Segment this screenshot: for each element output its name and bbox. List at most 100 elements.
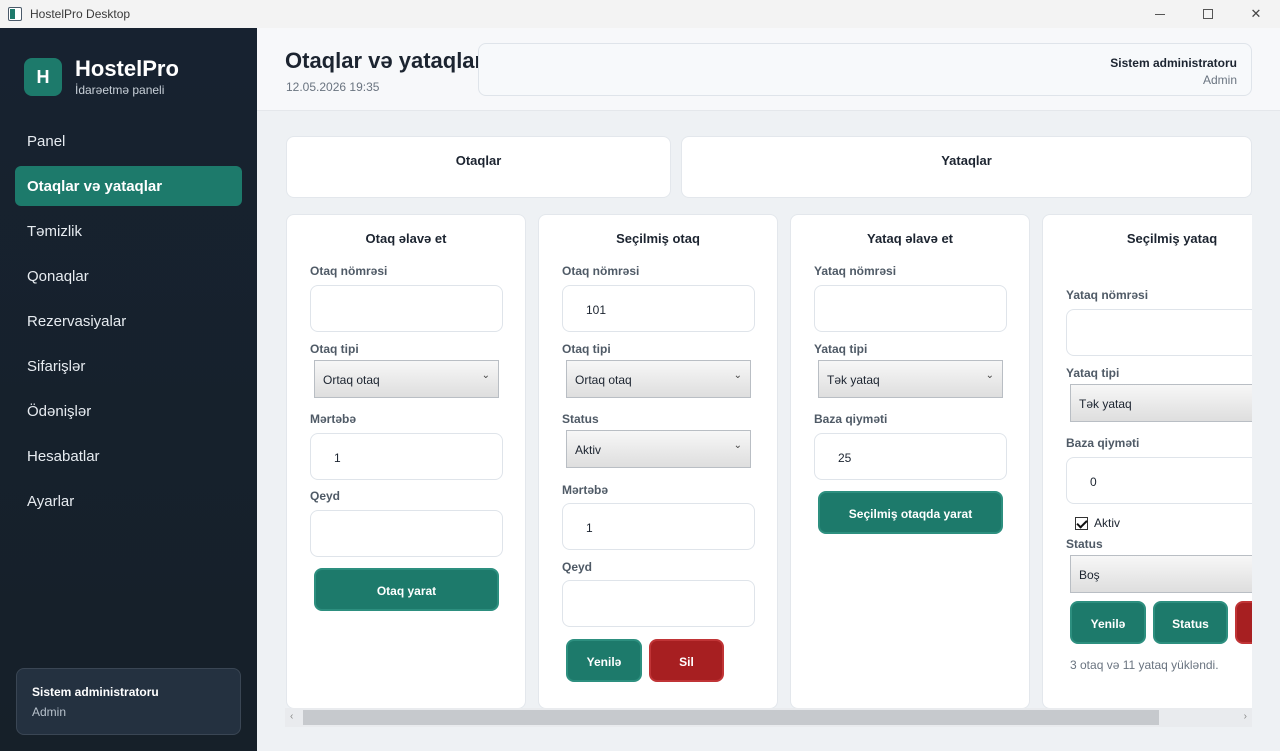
bed-number-label: Yataq nömrəsi <box>814 264 897 278</box>
active-checkbox-row[interactable]: Aktiv <box>1075 516 1120 530</box>
brand-logo: H <box>24 58 62 96</box>
cards-scroll-area: Otaq əlavə et Otaq nömrəsi Otaq tipi Ort… <box>285 214 1252 724</box>
selected-bed-type-select[interactable]: Tək yataq <box>1070 384 1252 422</box>
add-bed-card: Yataq əlavə et Yataq nömrəsi Yataq tipi … <box>790 214 1030 709</box>
selected-bed-card: Seçilmiş yataq Yataq nömrəsi Yataq tipi … <box>1042 214 1252 709</box>
maximize-button[interactable] <box>1184 0 1232 28</box>
close-icon: ✕ <box>1250 6 1262 21</box>
header-user-role: Admin <box>1202 73 1237 87</box>
selected-room-number-input[interactable]: 101 <box>562 285 755 332</box>
sidebar-user-name: Sistem administratoru <box>32 685 159 699</box>
add-room-title: Otaq əlavə et <box>365 231 447 246</box>
window-title: HostelPro Desktop <box>30 7 131 21</box>
room-status-select[interactable]: Aktiv ⌄ <box>566 430 751 468</box>
room-type-label: Otaq tipi <box>310 342 359 356</box>
selected-bed-number-label: Yataq nömrəsi <box>1066 288 1149 302</box>
sidebar-item-orders[interactable]: Sifarişlər <box>15 346 242 386</box>
create-room-button[interactable]: Otaq yarat <box>314 568 499 611</box>
selected-room-type-label: Otaq tipi <box>562 342 611 356</box>
selected-room-number-label: Otaq nömrəsi <box>562 264 640 278</box>
scroll-right-icon[interactable]: › <box>1244 711 1247 722</box>
horizontal-scrollbar[interactable]: ‹ › <box>285 708 1252 727</box>
minimize-button[interactable] <box>1136 0 1184 28</box>
active-checkbox-label: Aktiv <box>1094 516 1121 530</box>
selected-room-type-value: Ortaq otaq <box>575 373 632 387</box>
tab-rooms[interactable]: Otaqlar <box>286 136 671 198</box>
note-label: Qeyd <box>310 489 341 503</box>
sidebar-item-guests[interactable]: Qonaqlar <box>15 256 242 296</box>
chevron-down-icon: ⌄ <box>733 370 742 381</box>
app-icon <box>8 7 22 21</box>
selected-room-type-select[interactable]: Ortaq otaq ⌄ <box>566 360 751 398</box>
update-bed-button[interactable]: Yenilə <box>1070 601 1146 644</box>
sidebar-item-panel[interactable]: Panel <box>15 121 242 161</box>
selected-bed-title: Seçilmiş yataq <box>1126 231 1218 246</box>
bed-type-value: Tək yataq <box>827 373 880 387</box>
selected-floor-label: Mərtəbə <box>562 483 609 497</box>
selected-note-input[interactable] <box>562 580 755 627</box>
selected-floor-input[interactable]: 1 <box>562 503 755 550</box>
sidebar-item-rooms-beds[interactable]: Otaqlar və yataqlar <box>15 166 242 206</box>
sidebar-user-role: Admin <box>32 705 67 719</box>
brand-name: HostelPro <box>75 56 179 81</box>
bed-status-select[interactable]: Boş <box>1070 555 1252 593</box>
scrollbar-thumb[interactable] <box>303 710 1159 725</box>
room-status-value: Aktiv <box>575 443 602 457</box>
sidebar: H HostelPro İdarəetmə paneli Panel Otaql… <box>0 28 257 751</box>
base-price-input[interactable]: 25 <box>814 433 1007 480</box>
base-price-label: Baza qiyməti <box>814 412 888 426</box>
sidebar-item-settings[interactable]: Ayarlar <box>15 481 242 521</box>
note-input[interactable] <box>310 510 503 557</box>
brand: H HostelPro İdarəetmə paneli <box>24 56 179 98</box>
selected-bed-number-input[interactable] <box>1066 309 1252 356</box>
scroll-left-icon[interactable]: ‹ <box>290 711 293 722</box>
room-number-input[interactable] <box>310 285 503 332</box>
sidebar-item-reservations[interactable]: Rezervasiyalar <box>15 301 242 341</box>
sidebar-item-reports[interactable]: Hesabatlar <box>15 436 242 476</box>
page-title: Otaqlar və yataqlar <box>285 48 484 73</box>
room-number-label: Otaq nömrəsi <box>310 264 388 278</box>
page-header: Otaqlar və yataqlar 12.05.2026 19:35 Sis… <box>257 28 1280 111</box>
brand-subtitle: İdarəetmə paneli <box>75 83 165 97</box>
bed-type-label: Yataq tipi <box>814 342 868 356</box>
sidebar-item-cleaning[interactable]: Təmizlik <box>15 211 242 251</box>
floor-input[interactable]: 1 <box>310 433 503 480</box>
add-room-card: Otaq əlavə et Otaq nömrəsi Otaq tipi Ort… <box>286 214 526 709</box>
bed-status-button[interactable]: Status <box>1153 601 1228 644</box>
chevron-down-icon: ⌄ <box>481 370 490 381</box>
bed-type-select[interactable]: Tək yataq ⌄ <box>818 360 1003 398</box>
active-checkbox[interactable] <box>1075 516 1088 530</box>
selected-bed-type-value: Tək yataq <box>1079 397 1132 411</box>
close-button[interactable]: ✕ <box>1232 0 1280 28</box>
load-status-text: 3 otaq və 11 yataq yükləndi. <box>1070 658 1219 672</box>
update-room-button[interactable]: Yenilə <box>566 639 642 682</box>
main-content: Otaqlar Yataqlar Otaq əlavə et Otaq nömr… <box>257 111 1280 751</box>
chevron-down-icon: ⌄ <box>733 440 742 451</box>
delete-room-button[interactable]: Sil <box>649 639 724 682</box>
sidebar-user-card: Sistem administratoru Admin <box>16 668 241 735</box>
selected-base-price-label: Baza qiyməti <box>1066 436 1140 450</box>
add-bed-title: Yataq əlavə et <box>867 231 953 246</box>
selected-note-label: Qeyd <box>562 560 593 574</box>
selected-room-card: Seçilmiş otaq Otaq nömrəsi 101 Otaq tipi… <box>538 214 778 709</box>
window-controls: ✕ <box>1136 0 1280 28</box>
window-title-bar: HostelPro Desktop ✕ <box>0 0 1280 28</box>
bed-status-value: Boş <box>1079 568 1100 582</box>
minimize-icon <box>1155 13 1165 15</box>
floor-label: Mərtəbə <box>310 412 357 426</box>
tab-beds[interactable]: Yataqlar <box>681 136 1252 198</box>
bed-number-input[interactable] <box>814 285 1007 332</box>
sidebar-item-payments[interactable]: Ödənişlər <box>15 391 242 431</box>
selected-base-price-input[interactable]: 0 <box>1066 457 1252 504</box>
room-type-value: Ortaq otaq <box>323 373 380 387</box>
bed-status-label: Status <box>1066 537 1103 551</box>
delete-bed-button[interactable] <box>1235 601 1252 644</box>
room-status-label: Status <box>562 412 599 426</box>
selected-bed-type-label: Yataq tipi <box>1066 366 1120 380</box>
selected-room-title: Seçilmiş otaq <box>616 231 700 246</box>
sidebar-nav: Panel Otaqlar və yataqlar Təmizlik Qonaq… <box>15 121 242 526</box>
create-bed-in-room-button[interactable]: Seçilmiş otaqda yarat <box>818 491 1003 534</box>
maximize-icon <box>1203 9 1213 19</box>
chevron-down-icon: ⌄ <box>985 370 994 381</box>
room-type-select[interactable]: Ortaq otaq ⌄ <box>314 360 499 398</box>
